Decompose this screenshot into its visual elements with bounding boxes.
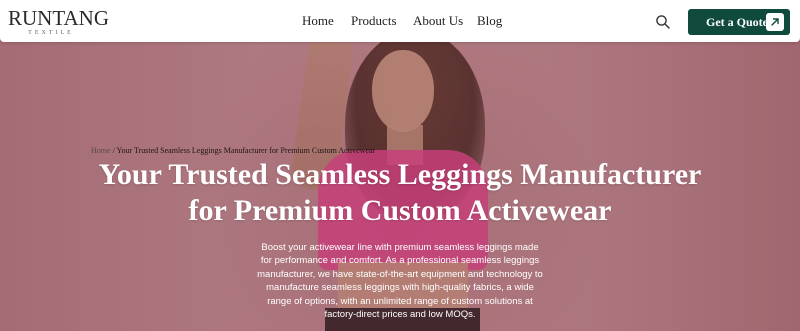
hero-banner: Home / Your Trusted Seamless Leggings Ma… [0, 0, 800, 331]
hero-description: Boost your activewear line with premium … [257, 242, 543, 321]
brand-name: RUNTANG [8, 6, 109, 30]
breadcrumb-current: Your Trusted Seamless Leggings Manufactu… [116, 146, 376, 155]
breadcrumb-home-link[interactable]: Home [91, 146, 111, 155]
page-title-line-2: for Premium Custom Activewear [188, 194, 612, 227]
nav-products[interactable]: Products [351, 13, 397, 29]
get-a-quote-label: Get a Quote [706, 15, 768, 29]
page-title-line-1: Your Trusted Seamless Leggings Manufactu… [98, 158, 702, 191]
site-header: RUNTANG TEXTILE Home Products About Us B… [0, 0, 800, 42]
nav-about-us[interactable]: About Us [413, 13, 463, 29]
breadcrumb: Home / Your Trusted Seamless Leggings Ma… [91, 146, 375, 156]
nav-blog[interactable]: Blog [477, 13, 502, 29]
brand-tagline: TEXTILE [28, 30, 74, 36]
page-title: Your Trusted Seamless Leggings Manufactu… [60, 157, 740, 229]
arrow-up-right-icon [766, 13, 784, 31]
brand-logo[interactable]: RUNTANG TEXTILE [8, 6, 109, 38]
search-icon [656, 15, 670, 29]
get-a-quote-button[interactable]: Get a Quote [688, 9, 790, 35]
search-button[interactable] [655, 14, 671, 30]
nav-home[interactable]: Home [302, 13, 334, 29]
